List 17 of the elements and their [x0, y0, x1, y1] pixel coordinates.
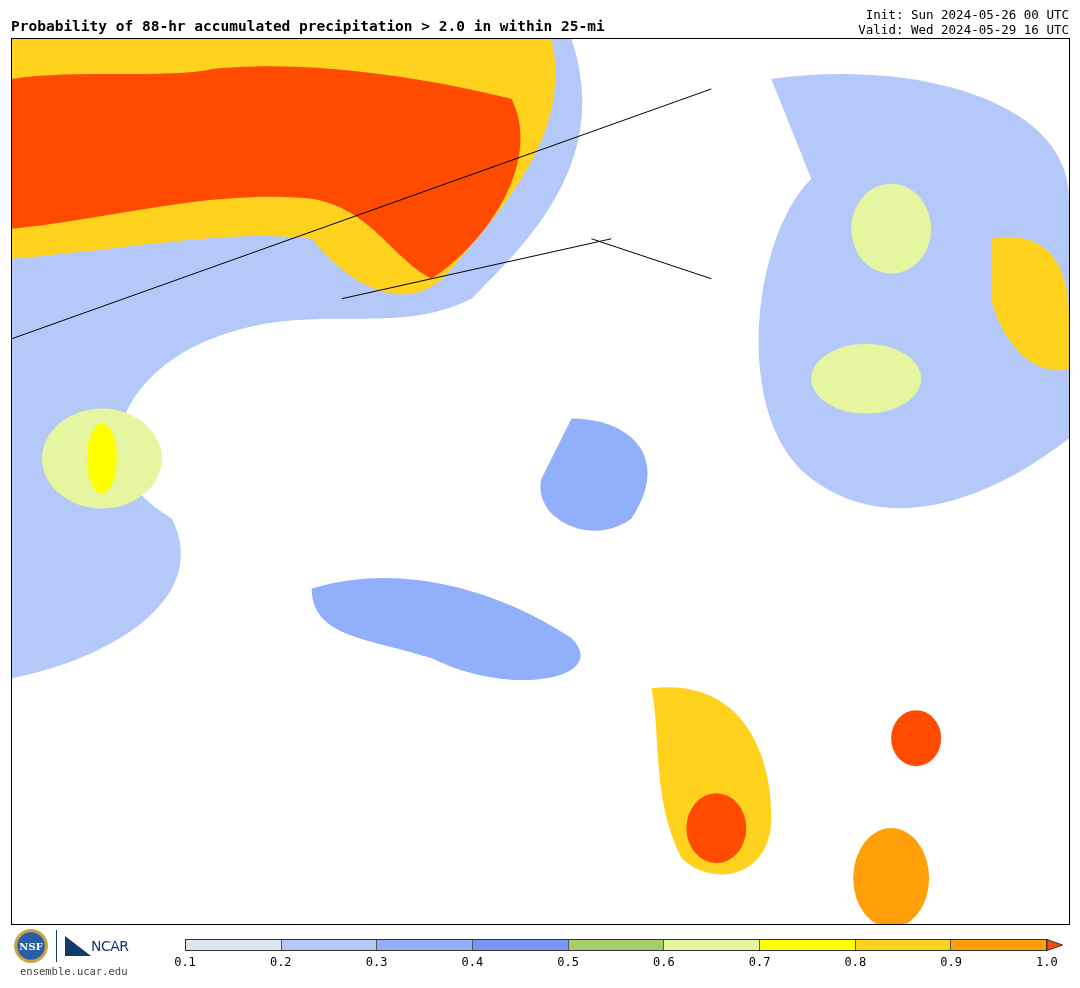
tick-label: 0.3: [364, 955, 389, 969]
chart-title: Probability of 88-hr accumulated precipitation > 2.0 in within 25-mi: [11, 18, 605, 34]
tick-label: 0.1: [173, 955, 197, 969]
tick-label: 0.9: [939, 955, 963, 969]
tick-label: 0.4: [460, 955, 485, 969]
ncar-logo-icon: [65, 936, 91, 956]
nsf-logo: NSF: [14, 929, 48, 963]
website-url: ensemble.ucar.edu: [19, 965, 129, 977]
tick-label: 0.7: [747, 955, 772, 969]
tick-label: 0.6: [652, 955, 676, 969]
tick-label: 0.8: [843, 955, 868, 969]
valid-time: Valid: Wed 2024-05-29 16 UTC: [858, 22, 1069, 37]
tick-label: 0.2: [268, 955, 293, 969]
init-time: Init: Sun 2024-05-26 00 UTC: [865, 7, 1069, 22]
tick-label: 1.0: [1035, 955, 1059, 969]
tick-label: 0.5: [556, 955, 580, 969]
ncar-logo-text: NCAR: [91, 938, 129, 954]
